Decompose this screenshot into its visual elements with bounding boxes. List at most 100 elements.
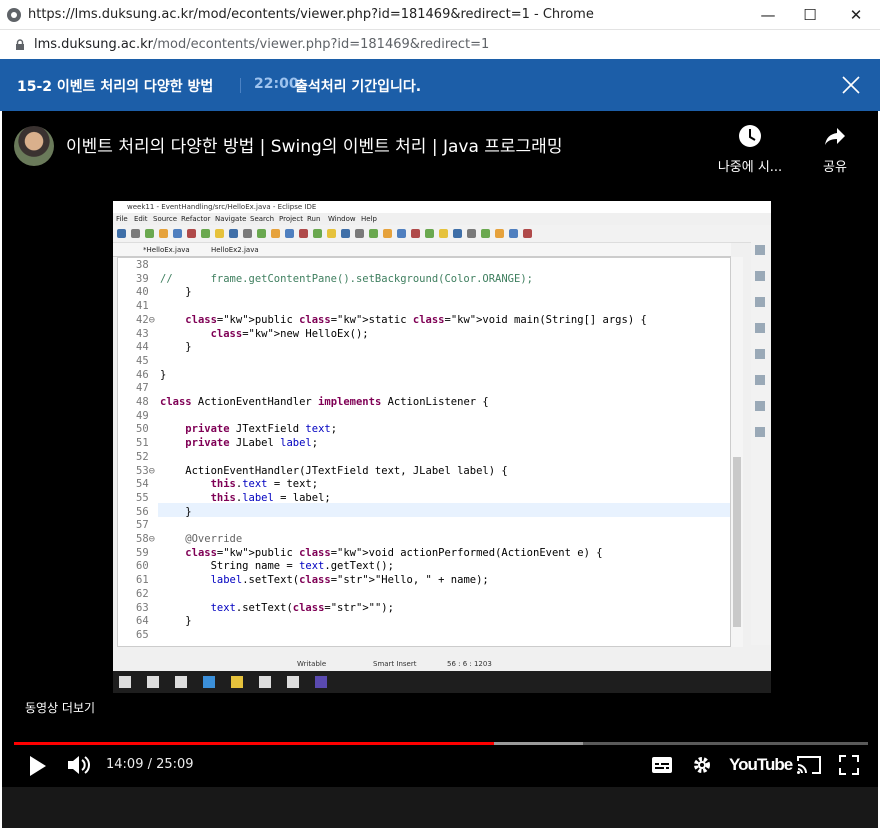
time-display: 14:09 / 25:09 <box>106 757 194 772</box>
line-code: private JLabel label; <box>185 437 319 450</box>
line-number: 54 <box>136 478 149 491</box>
line-number: 50 <box>136 423 149 436</box>
code-line: 57 <box>118 519 728 533</box>
toolbar-icon <box>313 229 322 238</box>
line-number: 38 <box>136 259 149 271</box>
share-label: 공유 <box>823 160 847 175</box>
code-line: 46} <box>118 369 728 383</box>
menu-window: Window <box>328 215 356 223</box>
attendance-notice-bar: 15-2 이벤트 처리의 다양한 방법 22:00 출석처리 기간입니다. <box>0 59 880 111</box>
youtube-logo[interactable]: YouTube <box>729 755 793 775</box>
close-notice-icon[interactable] <box>842 76 860 94</box>
subtitles-icon[interactable] <box>651 756 673 774</box>
address-bar[interactable]: lms.duksung.ac.kr/mod/econtents/viewer.p… <box>0 31 880 59</box>
line-number: 45 <box>136 354 149 367</box>
line-code: } <box>160 505 192 518</box>
taskbar-app-icon <box>315 676 327 688</box>
toolbar-icon <box>411 229 420 238</box>
minimize-button[interactable]: — <box>748 4 788 26</box>
eclipse-statusbar: Writable Smart Insert 56 : 6 : 1203 <box>113 657 771 671</box>
line-number: 43 <box>136 327 149 340</box>
code-line: 58⊖ @Override <box>118 533 728 547</box>
watch-later-button[interactable]: 나중에 시... <box>708 124 792 175</box>
code-line: 63 text.setText(class="str">""); <box>118 602 728 616</box>
notice-divider <box>240 78 241 93</box>
line-number: 52 <box>136 450 149 463</box>
toolbar-icon <box>243 229 252 238</box>
line-code: text.setText(class="str">""); <box>210 601 394 614</box>
code-line: 51 private JLabel label; <box>118 437 728 451</box>
play-icon[interactable] <box>28 755 48 777</box>
line-number: 47 <box>136 382 149 395</box>
taskbar-app-icon <box>147 676 159 688</box>
line-code: this.text = text; <box>210 478 319 491</box>
window-titlebar: https://lms.duksung.ac.kr/mod/econtents/… <box>0 0 880 30</box>
toolbar-icon <box>523 229 532 238</box>
toolbar-icon <box>187 229 196 238</box>
settings-gear-icon[interactable] <box>692 755 712 775</box>
code-line: 64 } <box>118 615 728 629</box>
video-progress-bar[interactable] <box>14 742 868 745</box>
toolbar-icon <box>117 229 126 238</box>
eclipse-menubar: File Edit Source Refactor Navigate Search Proj… <box>113 213 771 225</box>
eclipse-toolbar <box>113 225 771 243</box>
code-line: 55 this.label = label; <box>118 492 728 506</box>
line-number: 41 <box>136 300 149 313</box>
side-view-icon <box>755 245 765 255</box>
line-code: // frame.getContentPane().setBackground(… <box>160 272 533 285</box>
taskbar-app-icon <box>119 676 131 688</box>
line-code: } <box>160 286 192 299</box>
taskbar-app-icon <box>203 676 215 688</box>
code-line: 40 } <box>118 286 728 300</box>
fullscreen-icon[interactable] <box>839 755 859 775</box>
editor-scrollbar <box>731 257 743 647</box>
code-line: 61 label.setText(class="str">"Hello, " +… <box>118 574 728 588</box>
chrome-page-icon <box>7 8 21 22</box>
browser-window: https://lms.duksung.ac.kr/mod/econtents/… <box>0 0 880 828</box>
line-number: 49 <box>136 409 149 422</box>
toolbar-icon <box>173 229 182 238</box>
menu-project: Project <box>279 215 303 223</box>
line-number: 56 <box>136 505 149 518</box>
video-title[interactable]: 이벤트 처리의 다양한 방법 | Swing의 이벤트 처리 | Java 프로… <box>66 132 562 157</box>
line-number: 60 <box>136 560 149 573</box>
status-insert: Smart Insert <box>373 660 417 668</box>
more-videos-label[interactable]: 동영상 더보기 <box>25 699 95 716</box>
toolbar-icon <box>229 229 238 238</box>
code-line: 47 <box>118 382 728 396</box>
code-line: 54 this.text = text; <box>118 478 728 492</box>
toolbar-icon <box>257 229 266 238</box>
menu-run: Run <box>307 215 321 223</box>
taskbar-app-icon <box>175 676 187 688</box>
code-line: 59 class="kw">public class="kw">void act… <box>118 547 728 561</box>
toolbar-icon <box>509 229 518 238</box>
toolbar-icon <box>327 229 336 238</box>
code-line: 41 <box>118 300 728 314</box>
volume-icon[interactable] <box>66 754 92 776</box>
maximize-button[interactable]: ☐ <box>790 4 830 26</box>
share-button[interactable]: 공유 <box>810 124 860 175</box>
tab-helloex: *HelloEx.java <box>143 246 190 254</box>
menu-search: Search <box>250 215 275 223</box>
line-number: 40 <box>136 286 149 299</box>
side-view-icon <box>755 375 765 385</box>
close-window-button[interactable]: ✕ <box>836 4 876 26</box>
side-view-icon <box>755 271 765 281</box>
cast-icon[interactable] <box>796 755 822 775</box>
code-line: 45 <box>118 355 728 369</box>
line-number: 44 <box>136 341 149 354</box>
menu-edit: Edit <box>134 215 148 223</box>
toolbar-icon <box>397 229 406 238</box>
side-view-icon <box>755 427 765 437</box>
channel-avatar[interactable] <box>14 126 54 166</box>
menu-source: Source <box>153 215 178 223</box>
editor-tabs: *HelloEx.java HelloEx2.java <box>113 243 731 257</box>
line-code: class="kw">public class="kw">void action… <box>185 546 603 559</box>
code-line: 62 <box>118 588 728 602</box>
line-code: this.label = label; <box>210 491 331 504</box>
windows-taskbar <box>113 671 771 693</box>
line-number: 58⊖ <box>136 533 155 545</box>
line-number: 46 <box>136 368 149 381</box>
url-text[interactable]: lms.duksung.ac.kr/mod/econtents/viewer.p… <box>34 37 489 52</box>
status-position: 56 : 6 : 1203 <box>447 660 492 668</box>
